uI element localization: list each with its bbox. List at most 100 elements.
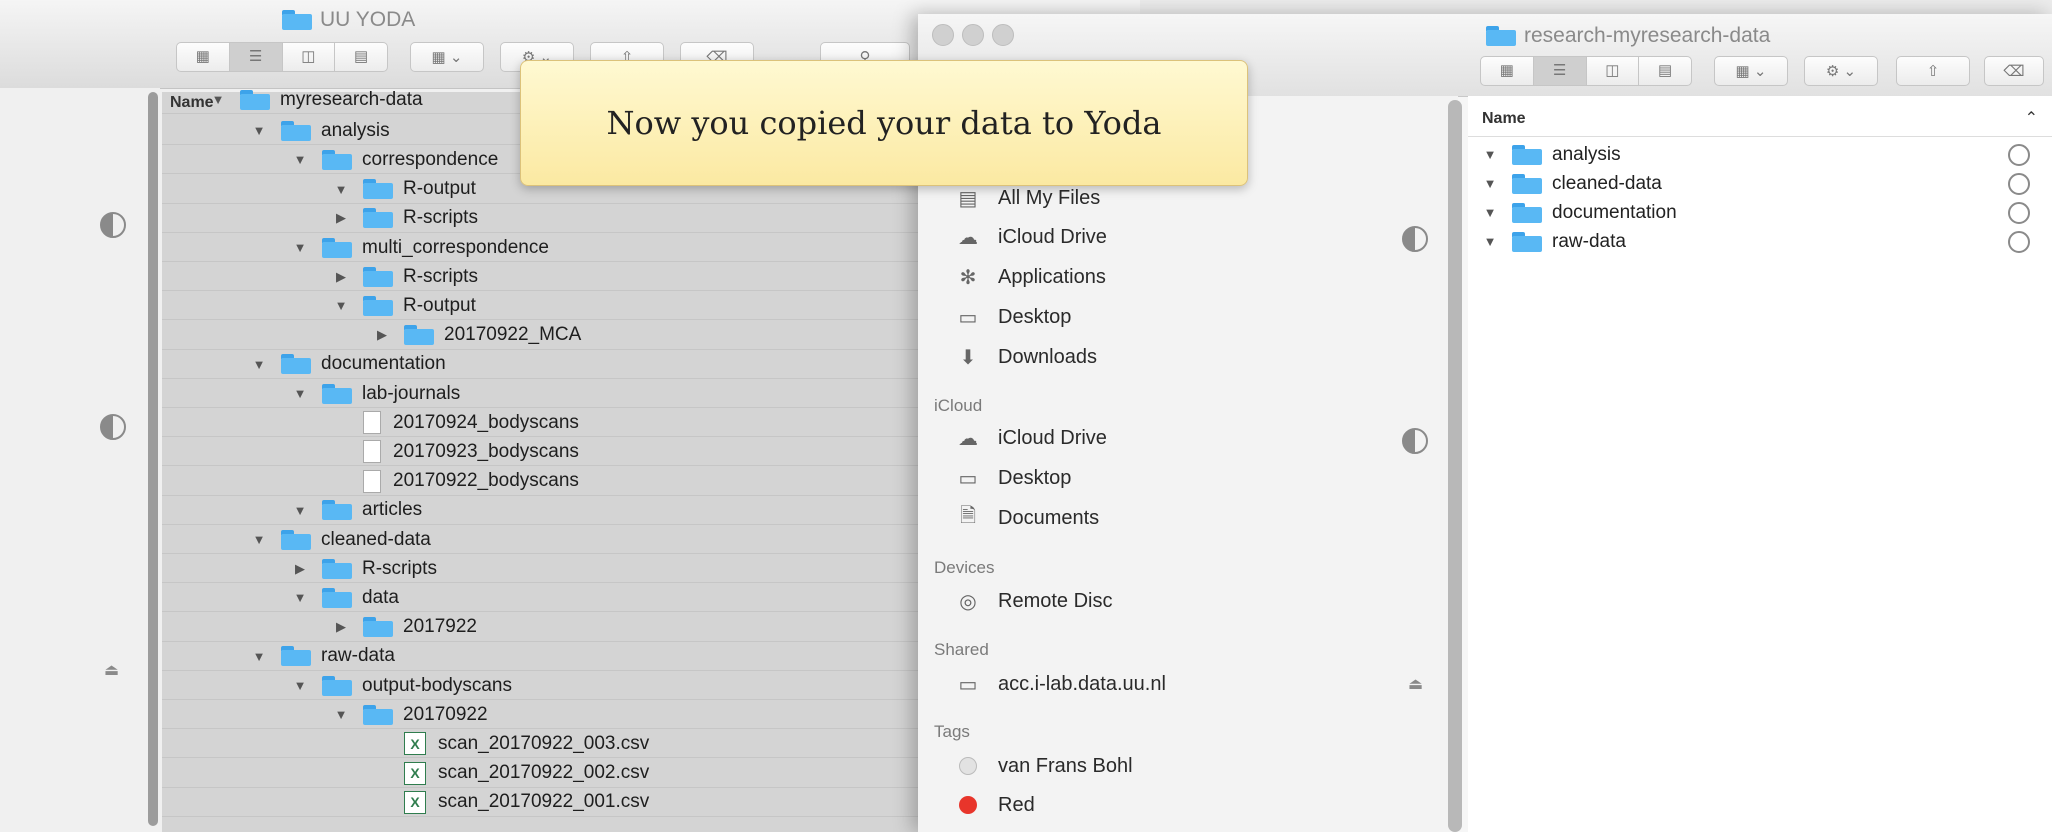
column-header-name[interactable]: Name	[1482, 110, 1526, 128]
disclosure-expanded-icon[interactable]: ▼	[292, 386, 308, 401]
column-view-icon[interactable]: ◫	[1587, 57, 1640, 85]
disclosure-collapsed-icon[interactable]: ▶	[374, 327, 390, 343]
disclosure-collapsed-icon[interactable]: ▶	[333, 210, 349, 226]
sidebar-item-applications[interactable]: ✻ Applications	[952, 265, 1106, 289]
folder-row[interactable]: ▶ R-scripts	[162, 205, 922, 233]
arrange-button[interactable]: ▦ ⌄	[1714, 56, 1788, 86]
folder-icon	[1486, 26, 1516, 46]
sidebar-item-shared-server[interactable]: ▭ acc.i-lab.data.uu.nl	[952, 672, 1166, 696]
arrange-button[interactable]: ▦ ⌄	[410, 42, 484, 72]
file-row[interactable]: 20170924_bodyscans	[162, 409, 922, 438]
disclosure-expanded-icon[interactable]: ▼	[210, 92, 226, 107]
folder-row[interactable]: ▶ 2017922	[162, 614, 922, 642]
icon-view-icon[interactable]: ▦	[177, 43, 230, 71]
sidebar-item-icloud-drive[interactable]: ☁ iCloud Drive	[952, 225, 1107, 249]
folder-row[interactable]: ▼ multi_correspondence	[162, 234, 922, 262]
folder-row[interactable]: ▼ raw-data	[162, 643, 922, 671]
view-mode-control[interactable]: ▦ ☰ ◫ ▤	[176, 42, 388, 72]
folder-row[interactable]: ▼ cleaned-data	[162, 526, 922, 554]
folder-row[interactable]: ▶ R-scripts	[162, 555, 922, 584]
folder-icon	[281, 120, 311, 141]
row-label: R-output	[403, 178, 476, 200]
row-label: scan_20170922_002.csv	[438, 762, 650, 784]
folder-row[interactable]: ▼ articles	[162, 497, 922, 525]
file-row[interactable]: Xscan_20170922_003.csv	[162, 730, 922, 759]
folder-row[interactable]: ▼ analysis	[1468, 140, 2052, 169]
sidebar-tag-red[interactable]: Red	[952, 793, 1035, 817]
eject-icon[interactable]: ⏏	[104, 660, 119, 680]
disclosure-expanded-icon[interactable]: ▼	[251, 649, 267, 664]
folder-row[interactable]: ▶ R-scripts	[162, 263, 922, 292]
disclosure-expanded-icon[interactable]: ▼	[292, 152, 308, 167]
file-row[interactable]: Xscan_20170922_001.csv	[162, 789, 922, 817]
sidebar-tag-van-frans-bohl[interactable]: van Frans Bohl	[952, 754, 1133, 778]
file-row[interactable]: Xscan_20170922_002.csv	[162, 760, 922, 788]
folder-icon	[322, 149, 352, 170]
disclosure-expanded-icon[interactable]: ▼	[292, 590, 308, 605]
disclosure-expanded-icon[interactable]: ▼	[333, 182, 349, 197]
column-view-icon[interactable]: ◫	[283, 43, 336, 71]
eject-icon[interactable]: ⏏	[1408, 674, 1423, 694]
disclosure-collapsed-icon[interactable]: ▶	[333, 619, 349, 635]
disclosure-expanded-icon[interactable]: ▼	[292, 678, 308, 693]
folder-row[interactable]: ▶ 20170922_MCA	[162, 322, 922, 350]
disclosure-expanded-icon[interactable]: ▼	[251, 357, 267, 372]
minimize-window-icon[interactable]	[962, 24, 984, 46]
disclosure-expanded-icon[interactable]: ▼	[251, 123, 267, 138]
icon-view-icon[interactable]: ▦	[1481, 57, 1534, 85]
disclosure-collapsed-icon[interactable]: ▶	[292, 561, 308, 577]
share-button[interactable]: ⇧	[1896, 56, 1970, 86]
disclosure-expanded-icon[interactable]: ▼	[333, 298, 349, 313]
file-row[interactable]: 20170922_bodyscans	[162, 468, 922, 496]
cover-flow-icon[interactable]: ▤	[1639, 57, 1691, 85]
disclosure-expanded-icon[interactable]: ▼	[1482, 205, 1498, 220]
disclosure-collapsed-icon[interactable]: ▶	[333, 269, 349, 285]
sidebar-item-downloads[interactable]: ⬇ Downloads	[952, 345, 1097, 369]
sidebar-item-desktop[interactable]: ▭ Desktop	[952, 305, 1072, 329]
sidebar-scrollbar[interactable]	[1448, 100, 1462, 832]
zoom-window-icon[interactable]	[992, 24, 1014, 46]
sort-chevron-icon[interactable]: ⌃	[2025, 108, 2038, 128]
tag-button[interactable]: ⌫	[1984, 56, 2044, 86]
sidebar-item-documents[interactable]: 🗎 Documents	[952, 505, 1099, 530]
disclosure-expanded-icon[interactable]: ▼	[1482, 147, 1498, 162]
sync-status-icon	[1402, 226, 1428, 252]
list-view-icon[interactable]: ☰	[229, 43, 283, 71]
sidebar-section-tags: Tags	[934, 722, 970, 741]
disc-icon: ◎	[959, 590, 977, 613]
folder-row[interactable]: ▼ data	[162, 584, 922, 613]
row-label: scan_20170922_001.csv	[438, 791, 650, 813]
sidebar-item-icloud-desktop[interactable]: ▭ Desktop	[952, 466, 1072, 490]
back-scrollbar[interactable]	[148, 92, 158, 826]
folder-icon	[363, 295, 393, 316]
folder-row[interactable]: ▼ raw-data	[1468, 227, 2052, 256]
spreadsheet-icon: X	[404, 732, 426, 756]
folder-row[interactable]: ▼ documentation	[162, 351, 922, 379]
list-view-icon[interactable]: ☰	[1533, 57, 1587, 85]
sidebar-item-all-my-files[interactable]: ▤ All My Files	[952, 186, 1101, 210]
folder-row[interactable]: ▼ documentation	[1468, 198, 2052, 227]
row-label: articles	[362, 499, 423, 521]
folder-row[interactable]: ▼ output-bodyscans	[162, 672, 922, 700]
cover-flow-icon[interactable]: ▤	[335, 43, 387, 71]
folder-row[interactable]: ▼ lab-journals	[162, 380, 922, 408]
disclosure-expanded-icon[interactable]: ▼	[251, 532, 267, 547]
disclosure-expanded-icon[interactable]: ▼	[292, 240, 308, 255]
close-window-icon[interactable]	[932, 24, 954, 46]
row-label: 2017922	[403, 616, 477, 638]
view-mode-control[interactable]: ▦ ☰ ◫ ▤	[1480, 56, 1692, 86]
back-file-list: Name ▼ myresearch-data ▼ analysis ▼ correspon…	[162, 89, 922, 832]
folder-row[interactable]: ▼ 20170922	[162, 701, 922, 730]
sidebar-item-remote-disc[interactable]: ◎ Remote Disc	[952, 589, 1112, 613]
folder-row[interactable]: ▼ cleaned-data	[1468, 169, 2052, 198]
document-icon	[363, 440, 381, 464]
action-button[interactable]: ⚙ ⌄	[1804, 56, 1878, 86]
disclosure-expanded-icon[interactable]: ▼	[1482, 234, 1498, 249]
disclosure-expanded-icon[interactable]: ▼	[292, 503, 308, 518]
folder-row[interactable]: ▼ R-output	[162, 292, 922, 321]
disclosure-expanded-icon[interactable]: ▼	[333, 707, 349, 722]
sidebar-item-icloud-drive[interactable]: ☁ iCloud Drive	[952, 426, 1107, 450]
file-row[interactable]: 20170923_bodyscans	[162, 438, 922, 467]
row-label: output-bodyscans	[362, 674, 512, 696]
disclosure-expanded-icon[interactable]: ▼	[1482, 176, 1498, 191]
